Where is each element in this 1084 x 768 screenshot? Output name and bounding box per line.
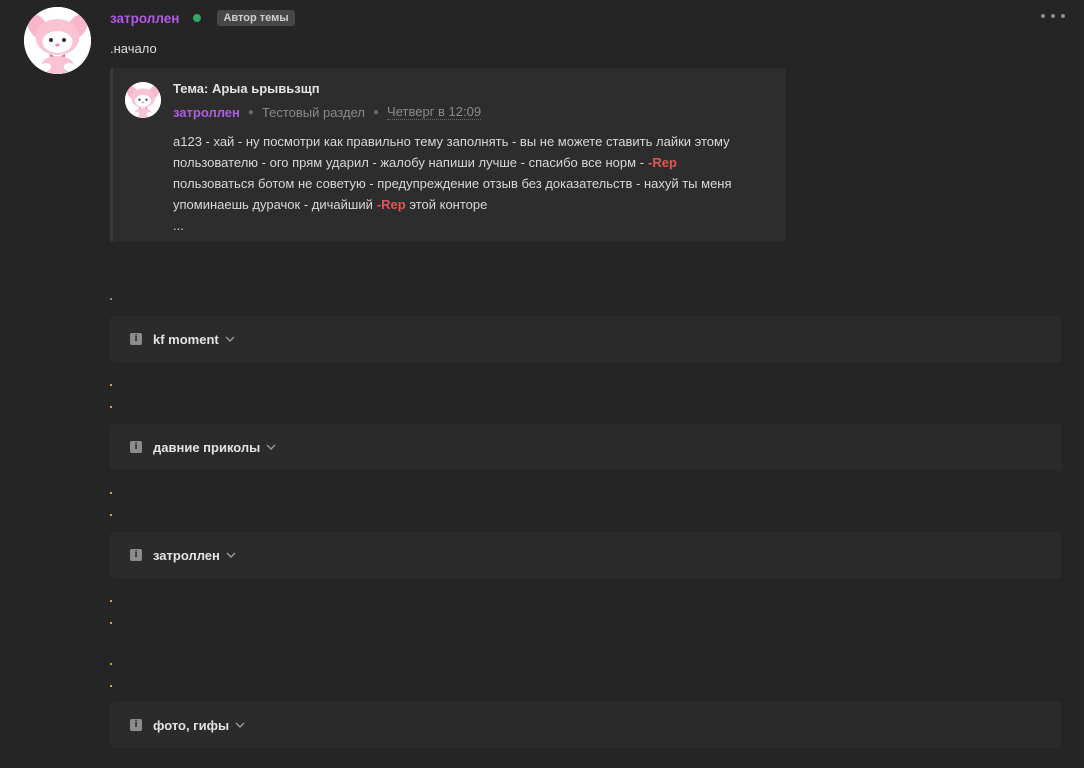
quote-ellipsis: ... xyxy=(173,218,184,233)
separator-dot xyxy=(110,514,112,516)
quote-section[interactable]: Тестовый раздел xyxy=(262,105,365,120)
meta-separator: ● xyxy=(372,106,380,118)
rep-tag: -Rep xyxy=(648,155,677,170)
spoiler-label: kf moment xyxy=(153,331,219,347)
quote-author-name[interactable]: затроллен xyxy=(173,105,240,120)
chevron-down-icon xyxy=(235,720,245,730)
rep-tag: -Rep xyxy=(376,197,406,212)
spoiler-toggle[interactable]: i kf moment xyxy=(110,316,1062,362)
author-name[interactable]: затроллен xyxy=(110,11,179,26)
spoiler-toggle[interactable]: i затроллен xyxy=(110,532,1062,578)
pink-bunny-avatar-icon xyxy=(24,7,91,74)
more-horizontal-icon[interactable] xyxy=(1041,9,1065,23)
chevron-down-icon xyxy=(226,550,236,560)
meta-separator: ● xyxy=(247,106,254,118)
spoiler-label: фото, гифы xyxy=(153,717,230,733)
spoiler-label: затроллен xyxy=(153,547,220,563)
forum-post: затроллен Автор темы .начало Тема: Арыа … xyxy=(0,0,1084,768)
quote-text: этой конторе xyxy=(409,197,488,212)
separator-dot xyxy=(110,406,112,408)
post-header: затроллен Автор темы xyxy=(110,8,295,28)
spoiler-toggle[interactable]: i давние приколы xyxy=(110,424,1062,470)
info-icon: i xyxy=(130,549,142,561)
online-status-icon xyxy=(193,14,202,22)
quote-date[interactable]: Четверг в 12:09 xyxy=(387,104,482,120)
spoiler-label: давние приколы xyxy=(153,439,261,455)
info-icon: i xyxy=(130,719,142,731)
info-icon: i xyxy=(130,333,142,345)
quote-text: пользователю - ого прям ударил - жалобу … xyxy=(173,155,645,170)
spoiler-toggle[interactable]: i фото, гифы xyxy=(110,702,1062,748)
quote-author-avatar[interactable] xyxy=(125,82,161,118)
separator-dot xyxy=(110,600,112,602)
pink-bunny-avatar-icon xyxy=(125,82,161,118)
separator-dot xyxy=(110,298,112,300)
quote-text: упоминаешь дурачок - дичайший xyxy=(173,197,373,212)
quote-title[interactable]: Тема: Арыа ьрывьзщп xyxy=(173,81,320,96)
author-avatar[interactable] xyxy=(24,7,91,74)
quote-body: а123 - хай - ну посмотри как правильно т… xyxy=(173,131,773,236)
quote-line: пользоваться ботом не советую - предупре… xyxy=(173,176,732,191)
author-badge: Автор темы xyxy=(217,10,295,26)
quote-line: упоминаешь дурачок - дичайший -Rep этой к… xyxy=(173,194,773,215)
quote-line: а123 - хай - ну посмотри как правильно т… xyxy=(173,134,730,149)
separator-dot xyxy=(110,384,112,386)
quote-line: пользователю - ого прям ударил - жалобу … xyxy=(173,152,773,173)
separator-dot xyxy=(110,492,112,494)
separator-dot xyxy=(110,685,112,687)
separator-dot xyxy=(110,663,112,665)
info-icon: i xyxy=(130,441,142,453)
post-intro-text: .начало xyxy=(110,41,157,56)
chevron-down-icon xyxy=(225,334,235,344)
separator-dot xyxy=(110,622,112,624)
quote-meta: затроллен ● Тестовый раздел ● Четверг в … xyxy=(173,104,482,120)
chevron-down-icon xyxy=(266,442,276,452)
